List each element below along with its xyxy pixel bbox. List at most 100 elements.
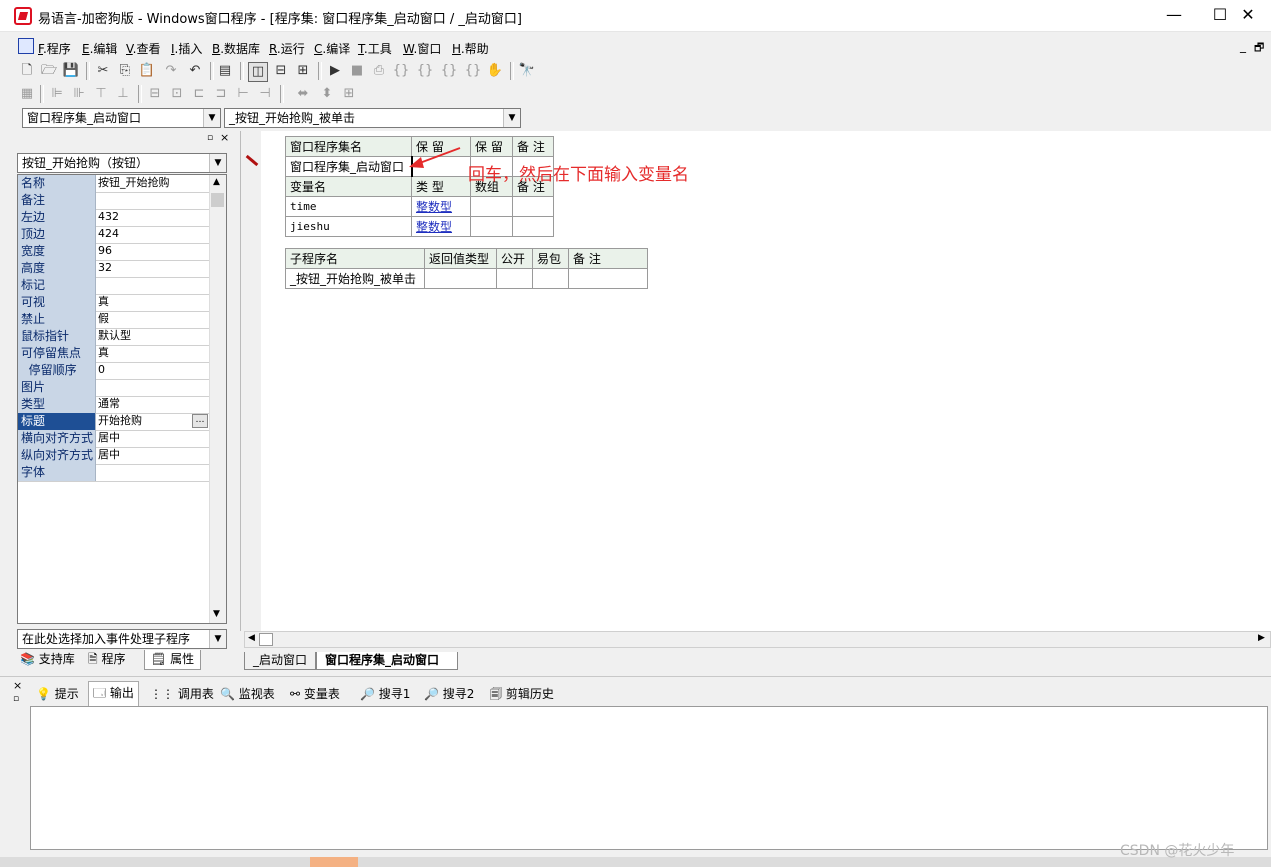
step-icon[interactable]: ⎙ — [370, 62, 388, 80]
run-icon[interactable]: ▶ — [326, 62, 344, 80]
property-row[interactable]: 左边 432 — [18, 209, 210, 227]
table-row[interactable]: _按钮_开始抢购_被单击 — [285, 268, 648, 289]
property-row[interactable]: 顶边 424 — [18, 226, 210, 244]
property-row[interactable]: 备注 — [18, 192, 210, 210]
tab-hint[interactable]: 💡 提示 — [36, 685, 79, 702]
property-row[interactable]: 高度 32 — [18, 260, 210, 278]
property-row[interactable]: 纵向对齐方式 居中 — [18, 447, 210, 465]
close-button[interactable]: ✕ — [1225, 0, 1271, 32]
var-name-cell[interactable]: jieshu — [285, 216, 412, 237]
chevron-up-icon[interactable]: ▲ — [213, 177, 220, 187]
panel-close-icon[interactable]: × — [13, 679, 22, 692]
output-area[interactable] — [30, 706, 1268, 850]
space-v-icon[interactable]: ⊐ — [212, 85, 230, 103]
property-row-selected[interactable]: 标题 开始抢购 … — [18, 413, 210, 431]
chevron-left-icon[interactable]: ◀ — [248, 633, 255, 643]
chevron-down-icon[interactable]: ▼ — [209, 630, 226, 648]
property-row[interactable]: 宽度 96 — [18, 243, 210, 261]
object-combo[interactable]: 按钮_开始抢购（按钮） ▼ — [17, 153, 227, 173]
taskbar-item[interactable] — [310, 857, 358, 867]
cell[interactable] — [470, 196, 513, 217]
scroll-thumb[interactable] — [259, 633, 273, 646]
cell[interactable] — [532, 268, 569, 289]
same-width-icon[interactable]: ⬌ — [294, 85, 312, 103]
binoculars-icon[interactable]: 🔭 — [518, 62, 536, 80]
align-bottom-icon[interactable]: ⊥ — [114, 85, 132, 103]
tab-support-library[interactable]: 📚 支持库 — [20, 650, 75, 670]
chevron-down-icon[interactable]: ▼ — [209, 154, 226, 172]
layout2-icon[interactable]: ⊟ — [272, 62, 290, 80]
ellipsis-button[interactable]: … — [192, 414, 208, 428]
menu-run[interactable]: R.运行 — [269, 40, 305, 57]
cell[interactable] — [496, 268, 533, 289]
height-icon[interactable]: ⊣ — [256, 85, 274, 103]
property-row[interactable]: 鼠标指针 默认型 — [18, 328, 210, 346]
property-row[interactable]: 图片 — [18, 379, 210, 397]
panel-restore-icon[interactable]: ▫ — [207, 133, 213, 143]
tab-assembly[interactable]: 窗口程序集_启动窗口 — [316, 652, 458, 670]
copy-icon[interactable]: ⎘ — [116, 62, 134, 80]
same-size-icon[interactable]: ⊞ — [340, 85, 358, 103]
tab-variable-table[interactable]: ⚯ 变量表 — [290, 685, 340, 702]
table-row[interactable]: time 整数型 — [285, 196, 554, 217]
editor-hscrollbar[interactable]: ◀ ▶ — [244, 631, 1271, 648]
open-folder-icon[interactable]: 🗁 — [40, 62, 58, 80]
menu-tools[interactable]: T.工具 — [358, 40, 392, 57]
width-icon[interactable]: ⊢ — [234, 85, 252, 103]
align-right-icon[interactable]: ⊪ — [70, 85, 88, 103]
tab-call-table[interactable]: ⋮⋮ 调用表 — [150, 685, 214, 702]
panel-close-icon[interactable]: × — [220, 131, 229, 144]
undo-icon[interactable]: ↶ — [186, 62, 204, 80]
find-icon[interactable]: ▤ — [216, 62, 234, 80]
property-row[interactable]: 禁止假 — [18, 311, 210, 329]
menu-database[interactable]: B.数据库 — [212, 40, 260, 57]
paste-icon[interactable]: 📋 — [138, 62, 156, 80]
hand-icon[interactable]: ✋ — [486, 62, 504, 80]
sub-name-cell[interactable]: _按钮_开始抢购_被单击 — [285, 268, 425, 289]
cell[interactable] — [424, 268, 497, 289]
property-row[interactable]: 停留顺序 0 — [18, 362, 210, 380]
property-row[interactable]: 可视真 — [18, 294, 210, 312]
step-into-icon[interactable]: {} — [392, 62, 410, 80]
tab-program[interactable]: 🗎 程序 — [88, 650, 126, 670]
menu-window[interactable]: W.窗口 — [403, 40, 441, 57]
property-row[interactable]: 字体 — [18, 464, 210, 482]
mdi-restore-button[interactable]: 🗗 — [1254, 39, 1264, 58]
menu-view[interactable]: V.查看 — [126, 40, 161, 57]
stop-icon[interactable]: ■ — [348, 62, 366, 80]
chevron-down-icon[interactable]: ▼ — [203, 109, 220, 127]
mdi-minimize-button[interactable]: _ — [1240, 39, 1246, 53]
save-icon[interactable]: 💾 — [62, 62, 80, 80]
cell[interactable] — [512, 196, 554, 217]
tab-properties[interactable]: 🗒 属性 — [144, 650, 202, 670]
space-h-icon[interactable]: ⊏ — [190, 85, 208, 103]
tab-search1[interactable]: 🔎 搜寻1 — [360, 685, 410, 702]
property-row[interactable]: 标记 — [18, 277, 210, 295]
step-over-icon[interactable]: {} — [416, 62, 434, 80]
same-height-icon[interactable]: ⬍ — [318, 85, 336, 103]
menu-program[interactable]: F.程序 — [38, 40, 71, 57]
layout1-icon[interactable]: ◫ — [248, 62, 268, 82]
menu-insert[interactable]: I.插入 — [171, 40, 202, 57]
chevron-right-icon[interactable]: ▶ — [1258, 633, 1265, 643]
align-icon[interactable]: ▦ — [18, 85, 36, 103]
tab-start-window[interactable]: _启动窗口 — [244, 652, 316, 670]
minimize-button[interactable]: — — [1151, 0, 1197, 32]
menu-help[interactable]: H.帮助 — [452, 40, 489, 57]
var-type-link[interactable]: 整数型 — [411, 196, 471, 217]
var-name-cell[interactable]: time — [285, 196, 412, 217]
event-combo[interactable]: 在此处选择加入事件处理子程序 ▼ — [17, 629, 227, 649]
layout3-icon[interactable]: ⊞ — [294, 62, 312, 80]
chevron-down-icon[interactable]: ▼ — [213, 609, 220, 619]
assembly-name-cell[interactable]: 窗口程序集_启动窗口 — [285, 156, 413, 177]
step-out-icon[interactable]: {} — [440, 62, 458, 80]
run-to-cursor-icon[interactable]: {} — [464, 62, 482, 80]
cell[interactable] — [568, 268, 648, 289]
center-h-icon[interactable]: ⊟ — [146, 85, 164, 103]
tab-clip-history[interactable]: 🗐 剪辑历史 — [490, 685, 554, 706]
tab-watch-table[interactable]: 🔍 监视表 — [220, 685, 275, 702]
scroll-thumb[interactable] — [211, 193, 224, 207]
new-file-icon[interactable]: 🗋 — [18, 62, 36, 80]
menu-compile[interactable]: C.编译 — [314, 40, 350, 57]
align-left-icon[interactable]: ⊫ — [48, 85, 66, 103]
